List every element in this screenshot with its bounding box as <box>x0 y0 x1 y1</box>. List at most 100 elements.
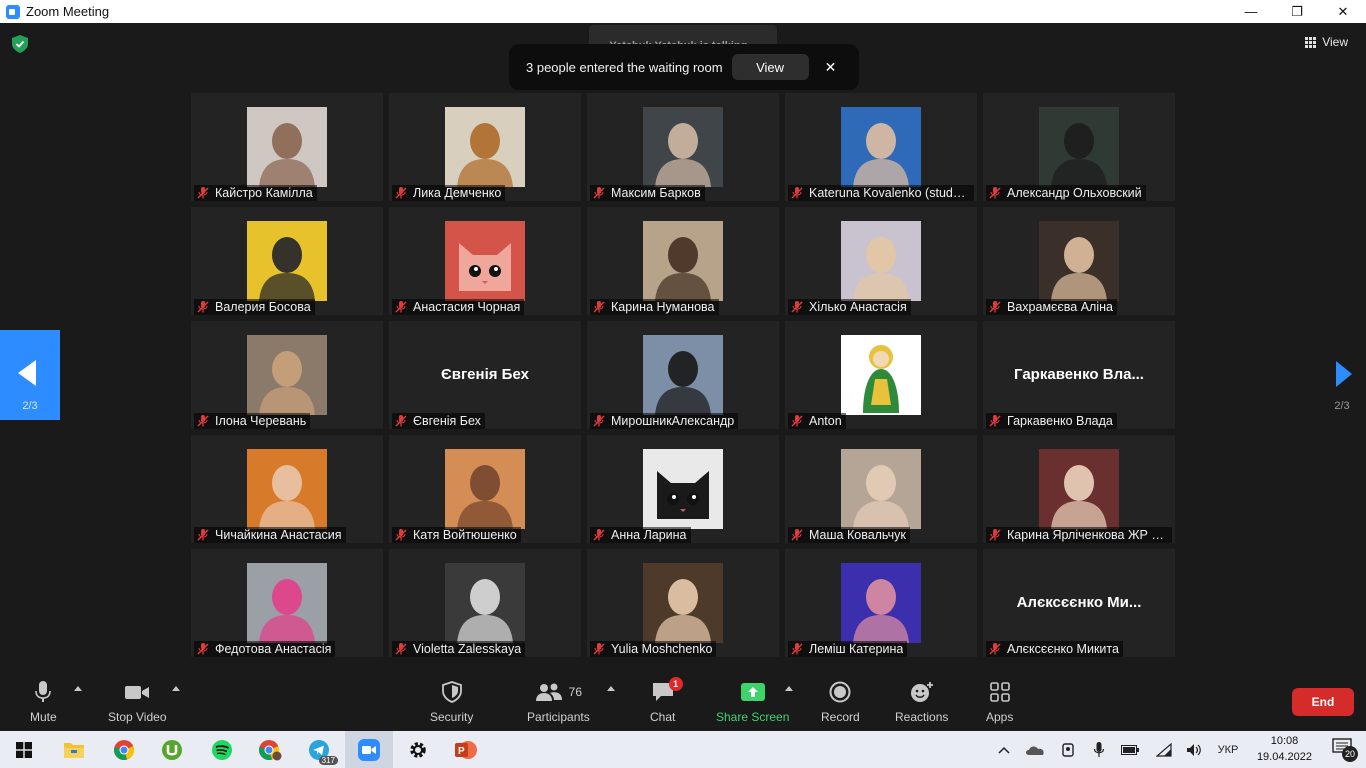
participant-name: Катя Войтюшенко <box>413 528 517 542</box>
participant-name: Маша Ковальчук <box>809 528 906 542</box>
mute-button[interactable]: Mute <box>30 680 57 724</box>
participant-tile[interactable]: Хілько Анастасія <box>785 207 977 315</box>
participant-avatar <box>247 107 327 187</box>
encryption-shield-icon[interactable] <box>12 35 28 53</box>
previous-page-button[interactable]: 2/3 <box>0 330 60 420</box>
participant-tile[interactable]: Александр Ольховский <box>983 93 1175 201</box>
participant-name-label: Анастасия Чорная <box>392 299 525 315</box>
participant-tile[interactable]: Гаркавенко Вла... Гаркавенко Влада <box>983 321 1175 429</box>
participant-tile[interactable]: Карина Нуманова <box>587 207 779 315</box>
utorrent-icon[interactable] <box>148 731 196 768</box>
file-explorer-icon[interactable] <box>50 731 98 768</box>
participant-tile[interactable]: Лика Демченко <box>389 93 581 201</box>
notifications-icon[interactable]: 20 <box>1332 738 1358 762</box>
taskbar-clock[interactable]: 10:08 19.04.2022 <box>1257 733 1312 765</box>
gallery-grid: Кайстро Камілла Лика Демченко Максим Барко… <box>191 93 1175 657</box>
maximize-button[interactable]: ❐ <box>1274 0 1320 23</box>
microphone-icon <box>34 680 52 704</box>
chrome-icon[interactable] <box>100 731 148 768</box>
windows-start-icon[interactable] <box>0 731 48 768</box>
next-page-button[interactable]: 2/3 <box>1306 330 1366 420</box>
participant-tile[interactable]: Максим Барков <box>587 93 779 201</box>
participant-tile[interactable]: Євгенія Бех Євгенія Бех <box>389 321 581 429</box>
battery-icon[interactable] <box>1120 731 1140 768</box>
participant-tile[interactable]: Анастасия Чорная <box>389 207 581 315</box>
chat-bubble-icon: 1 <box>651 677 683 704</box>
input-language-indicator[interactable]: УКР <box>1212 731 1244 768</box>
chrome-profile-icon[interactable] <box>246 731 294 768</box>
participant-tile[interactable]: Маша Ковальчук <box>785 435 977 543</box>
participant-tile[interactable]: Чичайкина Анастасия <box>191 435 383 543</box>
participant-tile[interactable]: Ілона Черевань <box>191 321 383 429</box>
share-screen-label: Share Screen <box>716 710 790 724</box>
tray-overflow-chevron-icon[interactable] <box>995 731 1013 768</box>
microphone-in-use-icon[interactable] <box>1090 731 1108 768</box>
security-button[interactable]: Security <box>430 680 473 724</box>
participant-tile[interactable]: Kateruna Kovalenko (stude... <box>785 93 977 201</box>
waiting-room-close-icon[interactable]: ✕ <box>825 59 837 76</box>
minimize-button[interactable]: — <box>1228 0 1274 23</box>
share-screen-button[interactable]: Share Screen <box>716 680 789 724</box>
participant-tile[interactable]: Катя Войтюшенко <box>389 435 581 543</box>
participants-label: Participants <box>527 710 590 724</box>
participants-options-caret[interactable] <box>607 686 615 691</box>
participant-name-label: Євгенія Бех <box>392 413 485 429</box>
participant-name: Євгенія Бех <box>413 414 481 428</box>
audio-options-caret[interactable] <box>74 686 82 691</box>
view-label: View <box>1322 35 1348 49</box>
chat-button[interactable]: 1 Chat <box>650 677 683 724</box>
participant-tile[interactable]: Карина Ярліченкова ЖР 2... <box>983 435 1175 543</box>
onedrive-cloud-icon[interactable] <box>1024 731 1046 768</box>
participant-tile[interactable]: Вахрамєєва Аліна <box>983 207 1175 315</box>
telegram-icon[interactable]: 317 <box>296 731 344 768</box>
participant-tile[interactable]: Анна Ларина <box>587 435 779 543</box>
participant-display-name: Євгенія Бех <box>441 366 529 383</box>
participant-display-name: Алєксєєнко Ми... <box>1016 594 1142 611</box>
participant-tile[interactable]: Леміш Катерина <box>785 549 977 657</box>
participant-tile[interactable]: Anton <box>785 321 977 429</box>
participant-name: Алєксєєнко Микита <box>1007 642 1119 656</box>
reactions-button[interactable]: Reactions <box>895 680 948 724</box>
view-menu-button[interactable]: View <box>1305 35 1348 49</box>
microphone-muted-icon <box>196 300 210 314</box>
participant-avatar <box>643 563 723 643</box>
participant-tile[interactable]: МирошникАлександр <box>587 321 779 429</box>
video-camera-icon <box>124 680 150 704</box>
window-controls: — ❐ ✕ <box>1228 0 1366 23</box>
microphone-muted-icon <box>592 642 606 656</box>
microphone-muted-icon <box>196 186 210 200</box>
participant-avatar-cat <box>445 221 525 301</box>
participant-avatar <box>643 107 723 187</box>
participant-name: Anton <box>809 414 842 428</box>
volume-speaker-icon[interactable] <box>1184 731 1204 768</box>
microphone-muted-icon <box>592 528 606 542</box>
video-options-caret[interactable] <box>172 686 180 691</box>
waiting-room-message: 3 people entered the waiting room <box>526 59 723 75</box>
participants-button[interactable]: 76 Participants <box>527 680 590 724</box>
zoom-taskbar-icon[interactable] <box>345 731 393 768</box>
share-options-caret[interactable] <box>785 686 793 691</box>
stop-video-button[interactable]: Stop Video <box>108 680 167 724</box>
participant-name: Вахрамєєва Аліна <box>1007 300 1113 314</box>
participant-tile[interactable]: Yulia Moshchenko <box>587 549 779 657</box>
participant-name-label: Yulia Moshchenko <box>590 641 717 657</box>
end-meeting-button[interactable]: End <box>1292 688 1354 716</box>
settings-gear-icon[interactable] <box>394 731 442 768</box>
participant-tile[interactable]: Violetta Zalesskaya <box>389 549 581 657</box>
participant-avatar <box>1039 107 1119 187</box>
wifi-icon[interactable] <box>1154 731 1174 768</box>
waiting-room-view-button[interactable]: View <box>731 54 809 80</box>
participant-avatar <box>643 335 723 415</box>
participant-tile[interactable]: Кайстро Камілла <box>191 93 383 201</box>
participant-tile[interactable]: Алєксєєнко Ми... Алєксєєнко Микита <box>983 549 1175 657</box>
record-button[interactable]: Record <box>821 680 860 724</box>
spotify-icon[interactable] <box>198 731 246 768</box>
powerpoint-icon[interactable]: P <box>442 731 490 768</box>
close-button[interactable]: ✕ <box>1320 0 1366 23</box>
participant-tile[interactable]: Федотова Анастасія <box>191 549 383 657</box>
participant-name-label: Чичайкина Анастасия <box>194 527 346 543</box>
camera-in-use-icon[interactable] <box>1058 731 1078 768</box>
participant-name-label: Гаркавенко Влада <box>986 413 1117 429</box>
participant-tile[interactable]: Валерия Босова <box>191 207 383 315</box>
apps-button[interactable]: Apps <box>986 680 1013 724</box>
